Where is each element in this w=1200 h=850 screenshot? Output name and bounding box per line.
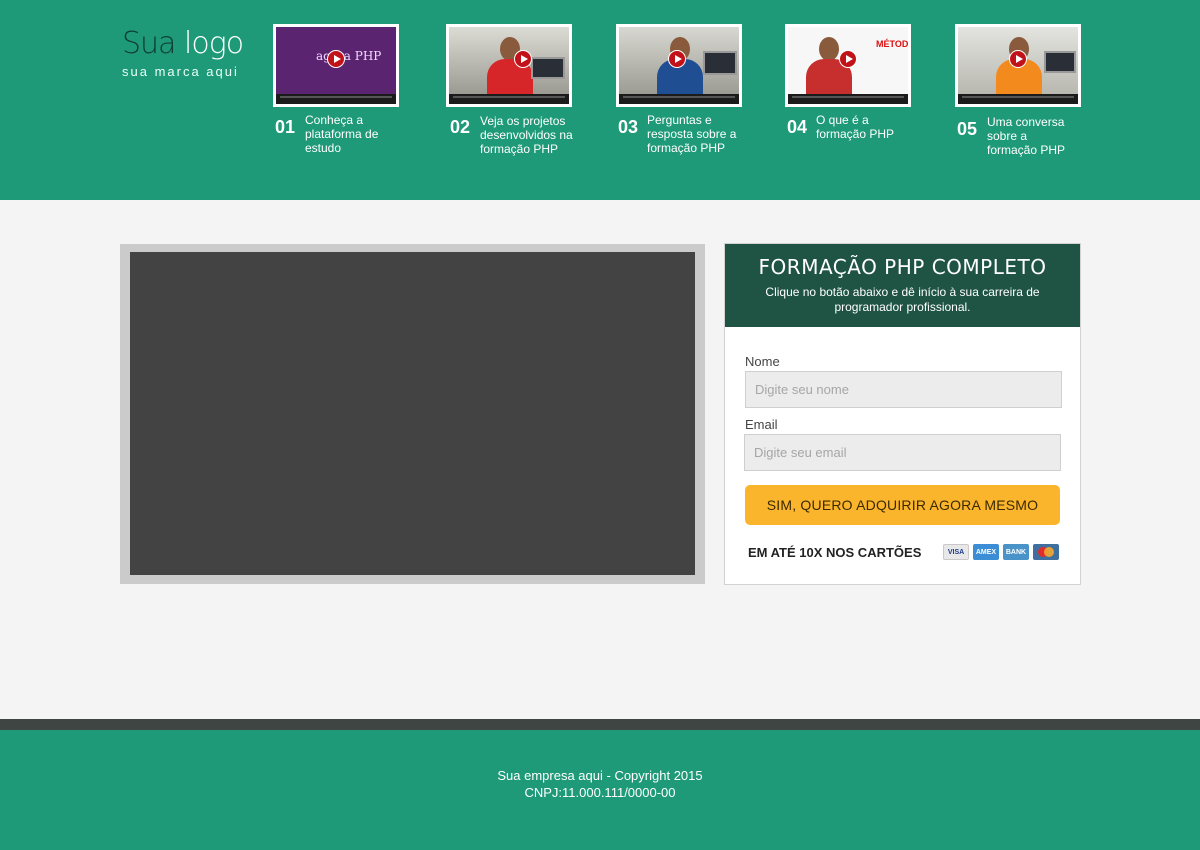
site-footer: Sua empresa aqui - Copyright 2015 CNPJ:1…	[0, 730, 1200, 850]
video-number: 02	[450, 117, 471, 137]
video-thumbnail-2[interactable]	[446, 24, 572, 107]
bank-card-icon: BANK	[1003, 544, 1029, 560]
mastercard-icon	[1033, 544, 1059, 560]
signup-form-card: FORMAÇÃO PHP COMPLETO Clique no botão ab…	[724, 243, 1081, 585]
thumb-brand-text: agora PHP	[316, 49, 382, 63]
form-header: FORMAÇÃO PHP COMPLETO Clique no botão ab…	[725, 244, 1080, 327]
footer-divider	[0, 719, 1200, 730]
video-number: 04	[787, 117, 808, 137]
submit-button[interactable]: SIM, QUERO ADQUIRIR AGORA MESMO	[745, 485, 1060, 525]
main-video-player[interactable]	[130, 252, 695, 575]
player-bar	[619, 94, 739, 104]
main-video-frame	[120, 244, 705, 584]
player-bar	[958, 94, 1078, 104]
monitor-shape	[703, 51, 737, 75]
video-thumbnail-4[interactable]: MÉTODO	[785, 24, 911, 107]
play-icon[interactable]	[667, 50, 686, 69]
video-item-5[interactable]: 05 Uma conversa sobre a formação PHP	[955, 24, 1085, 157]
video-number: 05	[957, 119, 978, 139]
logo-tagline: sua marca aqui	[122, 64, 239, 79]
video-item-2[interactable]: 02 Veja os projetos desenvolvidos na for…	[446, 24, 576, 156]
video-number: 01	[275, 117, 296, 137]
logo[interactable]: Sua logo sua marca aqui	[122, 26, 244, 79]
footer-cnpj: CNPJ:11.000.111/0000-00	[524, 785, 676, 800]
logo-word-logo: logo	[184, 26, 244, 61]
logo-word-sua: Sua	[122, 26, 176, 61]
monitor-shape	[1044, 51, 1076, 73]
name-label: Nome	[745, 354, 780, 369]
form-subtitle: Clique no botão abaixo e dê início à sua…	[765, 285, 1040, 314]
logo-text: Sua logo	[122, 26, 244, 62]
email-label: Email	[745, 417, 778, 432]
video-thumbnail-3[interactable]	[616, 24, 742, 107]
video-title[interactable]: Veja os projetos desenvolvidos na formaç…	[480, 114, 574, 156]
video-item-3[interactable]: 03 Perguntas e resposta sobre a formação…	[616, 24, 746, 155]
video-title[interactable]: Perguntas e resposta sobre a formação PH…	[647, 113, 745, 155]
video-item-1[interactable]: agora PHP 01 Conheça a plataforma de est…	[273, 24, 403, 155]
player-bar	[788, 94, 908, 104]
video-title[interactable]: Conheça a plataforma de estudo	[305, 113, 405, 155]
video-title[interactable]: O que é a formação PHP	[816, 113, 912, 141]
form-title: FORMAÇÃO PHP COMPLETO	[758, 255, 1047, 279]
video-title[interactable]: Uma conversa sobre a formação PHP	[987, 115, 1077, 157]
monitor-shape	[531, 57, 565, 79]
visa-card-icon: VISA	[943, 544, 969, 560]
installments-text: EM ATÉ 10X NOS CARTÕES	[748, 545, 922, 560]
player-bar	[276, 94, 396, 104]
footer-copyright: Sua empresa aqui - Copyright 2015	[497, 768, 703, 783]
video-number: 03	[618, 117, 639, 137]
email-input[interactable]	[744, 434, 1061, 471]
name-input[interactable]	[745, 371, 1062, 408]
payment-cards: VISA AMEX BANK	[943, 544, 1059, 560]
thumb-caption: MÉTODO	[876, 39, 909, 49]
video-thumbnail-1[interactable]: agora PHP	[273, 24, 399, 107]
video-thumbnail-5[interactable]	[955, 24, 1081, 107]
video-item-4[interactable]: MÉTODO 04 O que é a formação PHP	[785, 24, 915, 141]
site-header: Sua logo sua marca aqui agora PHP 01 Con…	[0, 0, 1200, 200]
amex-card-icon: AMEX	[973, 544, 999, 560]
player-bar	[449, 94, 569, 104]
